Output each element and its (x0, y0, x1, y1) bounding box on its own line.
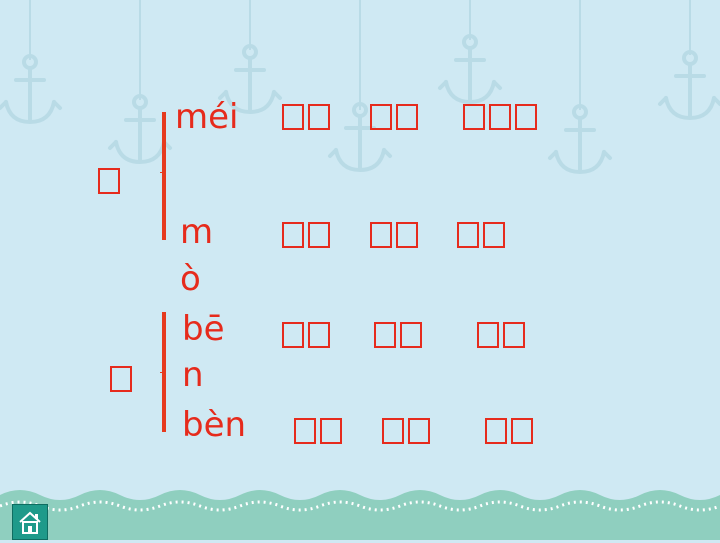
words-row-1 (282, 98, 541, 132)
pinyin-mei: méi (175, 97, 239, 137)
house-icon (19, 511, 41, 534)
bracket-1 (162, 112, 166, 240)
anchor-pattern-background (0, 0, 720, 540)
character-2 (110, 360, 136, 394)
pinyin-m: m (180, 212, 214, 252)
words-row-2 (282, 216, 509, 250)
pinyin-ben: bèn (182, 405, 247, 445)
character-1 (98, 162, 124, 196)
pinyin-n: n (182, 355, 204, 395)
words-row-3 (282, 316, 529, 350)
bracket-1-tick (160, 172, 166, 173)
pinyin-o: ò (180, 259, 201, 299)
pinyin-be: bē (182, 309, 225, 349)
home-button[interactable] (12, 504, 48, 540)
bracket-2-tick (160, 372, 166, 373)
words-row-4 (294, 412, 537, 446)
